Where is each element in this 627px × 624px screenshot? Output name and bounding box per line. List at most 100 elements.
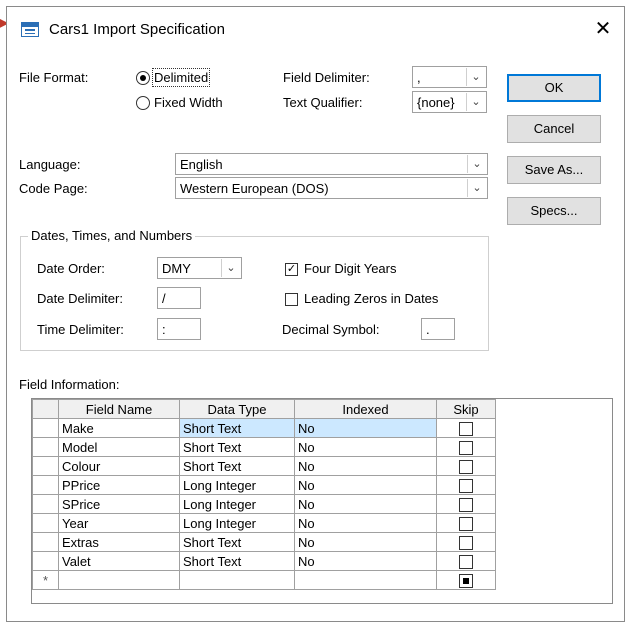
decimal-symbol-value: . [426,322,430,337]
row-selector[interactable] [32,551,59,571]
new-record-marker[interactable]: * [32,570,59,590]
column-header-skip[interactable]: Skip [436,399,496,419]
decimal-symbol-field[interactable]: . [421,318,455,340]
skip-checkbox[interactable] [459,478,473,493]
table-row[interactable]: Make Short Text No [32,418,496,438]
data-type-cell[interactable]: Short Text [179,532,295,552]
skip-cell[interactable] [436,551,496,571]
field-name-cell[interactable]: Year [58,513,180,533]
text-qualifier-combo[interactable]: {none} ⌄ [412,91,487,113]
time-delimiter-field[interactable]: : [157,318,201,340]
data-type-cell[interactable]: Short Text [179,551,295,571]
skip-checkbox[interactable] [459,554,473,569]
skip-checkbox[interactable] [459,459,473,474]
data-type-cell[interactable]: Long Integer [179,513,295,533]
row-selector-header[interactable] [32,399,59,419]
skip-cell[interactable] [436,456,496,476]
indexed-cell[interactable] [294,570,437,590]
column-header-indexed[interactable]: Indexed [294,399,437,419]
field-name-cell[interactable]: Model [58,437,180,457]
data-type-cell[interactable]: Short Text [179,418,295,438]
skip-checkbox[interactable] [459,573,473,588]
indexed-cell[interactable]: No [294,456,437,476]
leading-zeros-label[interactable]: Leading Zeros in Dates [304,291,438,306]
date-delimiter-field[interactable]: / [157,287,201,309]
skip-cell[interactable] [436,570,496,590]
row-selector[interactable] [32,494,59,514]
indexed-cell[interactable]: No [294,513,437,533]
indexed-cell[interactable]: No [294,532,437,552]
language-combo[interactable]: English ⌄ [175,153,488,175]
fixed-width-radio[interactable] [136,96,150,110]
data-type-cell[interactable]: Long Integer [179,494,295,514]
leading-zeros-checkbox[interactable] [285,293,298,306]
indexed-cell[interactable]: No [294,437,437,457]
skip-cell[interactable] [436,437,496,457]
date-order-label: Date Order: [37,261,105,276]
table-row[interactable]: Model Short Text No [32,437,496,457]
data-type-cell[interactable]: Long Integer [179,475,295,495]
chevron-down-icon[interactable]: ⌄ [466,68,485,86]
skip-checkbox[interactable] [459,535,473,550]
indexed-cell[interactable]: No [294,418,437,438]
skip-checkbox[interactable] [459,516,473,531]
field-name-cell[interactable]: Valet [58,551,180,571]
time-delimiter-label: Time Delimiter: [37,322,124,337]
skip-cell[interactable] [436,513,496,533]
field-name-cell[interactable]: SPrice [58,494,180,514]
row-selector[interactable] [32,437,59,457]
data-type-cell[interactable] [179,570,295,590]
row-selector[interactable] [32,532,59,552]
delimited-radio[interactable] [136,71,150,85]
field-name-cell[interactable]: Colour [58,456,180,476]
date-order-combo[interactable]: DMY ⌄ [157,257,242,279]
data-type-cell[interactable]: Short Text [179,437,295,457]
ok-button[interactable]: OK [507,74,601,102]
column-header-data-type[interactable]: Data Type [179,399,295,419]
chevron-down-icon[interactable]: ⌄ [467,155,486,173]
skip-cell[interactable] [436,532,496,552]
table-row[interactable]: Colour Short Text No [32,456,496,476]
four-digit-years-label[interactable]: Four Digit Years [304,261,397,276]
table-row[interactable]: Valet Short Text No [32,551,496,571]
chevron-down-icon[interactable]: ⌄ [466,93,485,111]
skip-cell[interactable] [436,475,496,495]
cancel-button[interactable]: Cancel [507,115,601,143]
field-name-cell[interactable]: Make [58,418,180,438]
delimited-label[interactable]: Delimited [151,68,211,87]
save-as-button[interactable]: Save As... [507,156,601,184]
row-selector[interactable] [32,456,59,476]
four-digit-years-checkbox[interactable]: ✓ [285,263,298,276]
table-row[interactable]: SPrice Long Integer No [32,494,496,514]
indexed-cell[interactable]: No [294,551,437,571]
field-name-cell[interactable] [58,570,180,590]
row-selector[interactable] [32,475,59,495]
column-header-field-name[interactable]: Field Name [58,399,180,419]
field-delimiter-value: , [417,70,421,85]
field-name-cell[interactable]: PPrice [58,475,180,495]
code-page-combo[interactable]: Western European (DOS) ⌄ [175,177,488,199]
table-row[interactable]: Year Long Integer No [32,513,496,533]
new-record-row[interactable]: * [32,570,496,590]
field-delimiter-combo[interactable]: , ⌄ [412,66,487,88]
table-row[interactable]: PPrice Long Integer No [32,475,496,495]
chevron-down-icon[interactable]: ⌄ [467,179,486,197]
field-name-cell[interactable]: Extras [58,532,180,552]
skip-checkbox[interactable] [459,497,473,512]
close-icon[interactable]: ✕ [588,15,618,45]
skip-cell[interactable] [436,418,496,438]
skip-cell[interactable] [436,494,496,514]
date-delimiter-label: Date Delimiter: [37,291,123,306]
skip-checkbox[interactable] [459,421,473,436]
row-selector[interactable] [32,418,59,438]
text-qualifier-label: Text Qualifier: [283,95,363,110]
table-row[interactable]: Extras Short Text No [32,532,496,552]
indexed-cell[interactable]: No [294,475,437,495]
skip-checkbox[interactable] [459,440,473,455]
specs-button[interactable]: Specs... [507,197,601,225]
row-selector[interactable] [32,513,59,533]
chevron-down-icon[interactable]: ⌄ [221,259,240,277]
data-type-cell[interactable]: Short Text [179,456,295,476]
indexed-cell[interactable]: No [294,494,437,514]
fixed-width-label[interactable]: Fixed Width [154,95,223,110]
